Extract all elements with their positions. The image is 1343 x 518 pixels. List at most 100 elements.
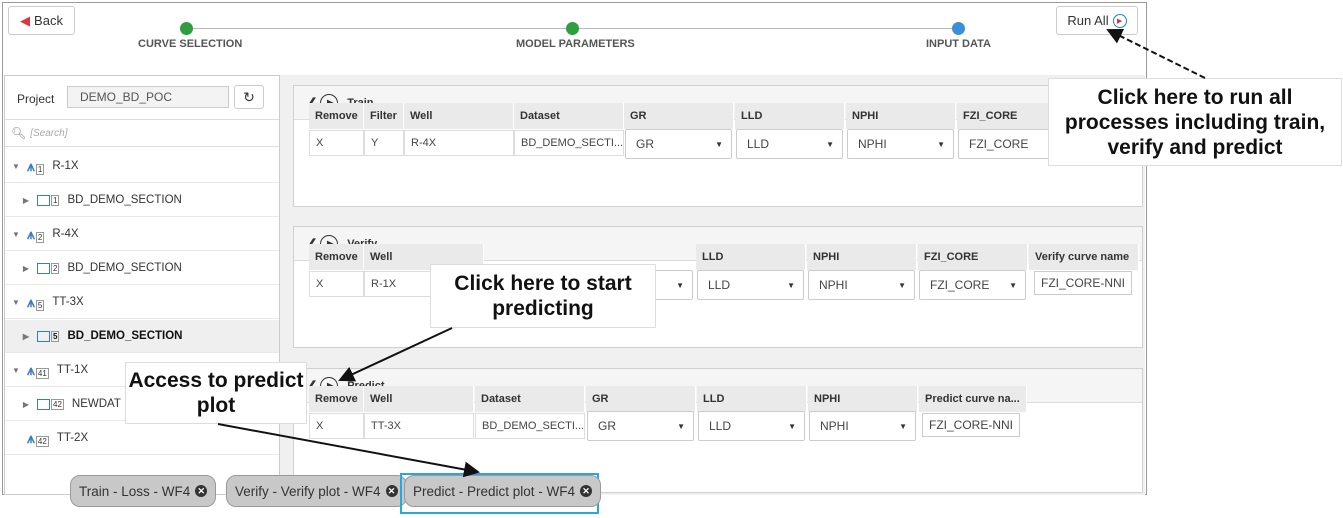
lld-select[interactable]: LLD ▼ [736, 129, 843, 159]
dataset-icon: 1 [37, 194, 60, 206]
chevron-down-icon[interactable]: ▼ [11, 366, 21, 375]
nphi-select[interactable]: NPHI ▼ [808, 270, 915, 300]
remove-x[interactable]: X [309, 271, 364, 297]
tree-item-label: NEWDAT [71, 398, 121, 410]
well-icon: ⩚ 1 [27, 157, 45, 175]
project-label: Project [17, 92, 55, 106]
tree-item[interactable]: ▶ 5 BD_DEMO_SECTION [5, 320, 279, 353]
callout-run-all: Click here to run all processes includin… [1048, 78, 1342, 166]
search-bar[interactable]: 🔍︎ [Search] [5, 119, 279, 147]
gr-select[interactable]: GR ▼ [587, 411, 694, 441]
chevron-down-icon[interactable]: ▼ [11, 298, 21, 307]
tree-item[interactable]: ▶ 2 BD_DEMO_SECTION [5, 252, 279, 285]
well-icon: ⩚ 42 [27, 429, 49, 447]
tree-item-label: TT-3X [52, 296, 84, 308]
chevron-down-icon: ▼ [787, 280, 795, 290]
fzi-core-select[interactable]: FZI_CORE ▼ [919, 270, 1026, 300]
chevron-down-icon: ▼ [677, 421, 685, 431]
badge: 5 [51, 330, 60, 342]
close-icon[interactable]: ✕ [580, 485, 593, 497]
remove-x[interactable]: X [309, 413, 364, 439]
verify-panel: ❮▶Verify RemoveWellLLDNPHIFZI_COREVerify… [293, 226, 1143, 348]
badge: 5 [35, 299, 45, 311]
predict-col-dataset: Dataset [475, 386, 585, 412]
select-value: NPHI [820, 419, 849, 433]
predict-curve-name-input[interactable]: FZI_CORE-NNI [922, 413, 1020, 437]
train-col-filter: Filter [364, 103, 404, 129]
verify-col-nphi: NPHI [807, 244, 917, 270]
chevron-down-icon: ▼ [899, 421, 907, 431]
chevron-right-icon[interactable]: ▶ [21, 332, 31, 341]
workflow-area: ❮▶Train RemoveFilterWellDatasetGRLLDNPHI… [280, 75, 1145, 495]
well-cell: R-4X [404, 130, 514, 156]
step-dot-input-data[interactable] [952, 22, 965, 35]
train-col-remove: Remove [309, 103, 364, 129]
predict-col-well: Well [364, 386, 474, 412]
predict-col-gr: GR [586, 386, 696, 412]
callout-predict-plot: Access to predict plot [125, 362, 307, 424]
tree-item[interactable]: ▶ 1 BD_DEMO_SECTION [5, 184, 279, 217]
filter-icon[interactable]: Y [364, 130, 404, 156]
tree-item[interactable]: ▼ ⩚ 1 R-1X [5, 150, 279, 183]
train-col-gr: GR [624, 103, 734, 129]
train-col-dataset: Dataset [514, 103, 624, 129]
tree-item[interactable]: ▼ ⩚ 2 R-4X [5, 218, 279, 251]
badge: 2 [35, 231, 45, 243]
tab-train-loss[interactable]: Train - Loss - WF4 ✕ [70, 475, 217, 507]
chevron-down-icon: ▼ [676, 280, 684, 290]
chevron-down-icon: ▼ [788, 421, 796, 431]
select-value: GR [636, 137, 654, 151]
remove-x[interactable]: X [309, 130, 364, 156]
nphi-select[interactable]: NPHI ▼ [847, 129, 954, 159]
predict-col-nphi: NPHI [808, 386, 918, 412]
predict-col-predict-curve-name: Predict curve na... [919, 386, 1027, 412]
tab-verify-plot[interactable]: Verify - Verify plot - WF4 ✕ [226, 475, 407, 507]
tree-item[interactable]: ▼ ⩚ 5 TT-3X [5, 286, 279, 319]
dataset-icon: 5 [37, 330, 60, 342]
chevron-down-icon[interactable]: ▼ [11, 162, 21, 171]
well-icon: ⩚ 2 [27, 225, 45, 243]
train-panel: ❮▶Train RemoveFilterWellDatasetGRLLDNPHI… [293, 85, 1143, 207]
predict-col-remove: Remove [309, 386, 364, 412]
back-button[interactable]: ◀ Back [8, 6, 75, 35]
chevron-right-icon[interactable]: ▶ [21, 400, 31, 409]
tree-item-label: R-1X [52, 160, 79, 172]
back-arrow-icon: ◀ [20, 12, 31, 28]
chevron-right-icon[interactable]: ▶ [21, 196, 31, 205]
verify-col-lld: LLD [696, 244, 806, 270]
project-field[interactable]: DEMO_BD_POC [67, 86, 229, 108]
lld-select[interactable]: LLD ▼ [698, 411, 805, 441]
step-label-curve-selection: CURVE SELECTION [138, 38, 243, 50]
gr-select[interactable]: GR ▼ [625, 129, 732, 159]
refresh-button[interactable]: ↻ [234, 85, 264, 109]
close-icon[interactable]: ✕ [195, 485, 208, 497]
train-col-well: Well [404, 103, 514, 129]
tab-predict-plot[interactable]: Predict - Predict plot - WF4 ✕ [404, 475, 602, 507]
well-icon: ⩚ 41 [27, 361, 49, 379]
run-all-button[interactable]: Run All ▶ [1056, 6, 1138, 35]
select-value: NPHI [858, 137, 887, 151]
dataset-icon: 2 [37, 262, 60, 274]
tree-item-label: TT-1X [56, 364, 89, 376]
verify-col-verify-curve-name: Verify curve name [1029, 244, 1139, 270]
tree-item-label: BD_DEMO_SECTION [67, 194, 182, 206]
nphi-select[interactable]: NPHI ▼ [809, 411, 916, 441]
verify-curve-name-input[interactable]: FZI_CORE-NNI [1034, 271, 1132, 295]
select-value: LLD [708, 278, 731, 292]
select-value: LLD [709, 419, 732, 433]
step-label-input-data: INPUT DATA [926, 38, 991, 50]
tree-item-label: R-4X [52, 228, 79, 240]
tree-item[interactable]: ⩚ 42 TT-2X [5, 422, 279, 455]
verify-col-remove: Remove [309, 244, 364, 270]
step-dot-model-parameters[interactable] [566, 22, 579, 35]
train-col-lld: LLD [735, 103, 845, 129]
chevron-down-icon[interactable]: ▼ [11, 230, 21, 239]
chevron-right-icon[interactable]: ▶ [21, 264, 31, 273]
chevron-down-icon: ▼ [826, 139, 834, 149]
select-value: NPHI [819, 278, 848, 292]
close-icon[interactable]: ✕ [385, 485, 398, 497]
step-dot-curve-selection[interactable] [180, 22, 193, 35]
well-cell: TT-3X [364, 413, 474, 439]
lld-select[interactable]: LLD ▼ [697, 270, 804, 300]
search-placeholder: [Search] [30, 127, 68, 139]
